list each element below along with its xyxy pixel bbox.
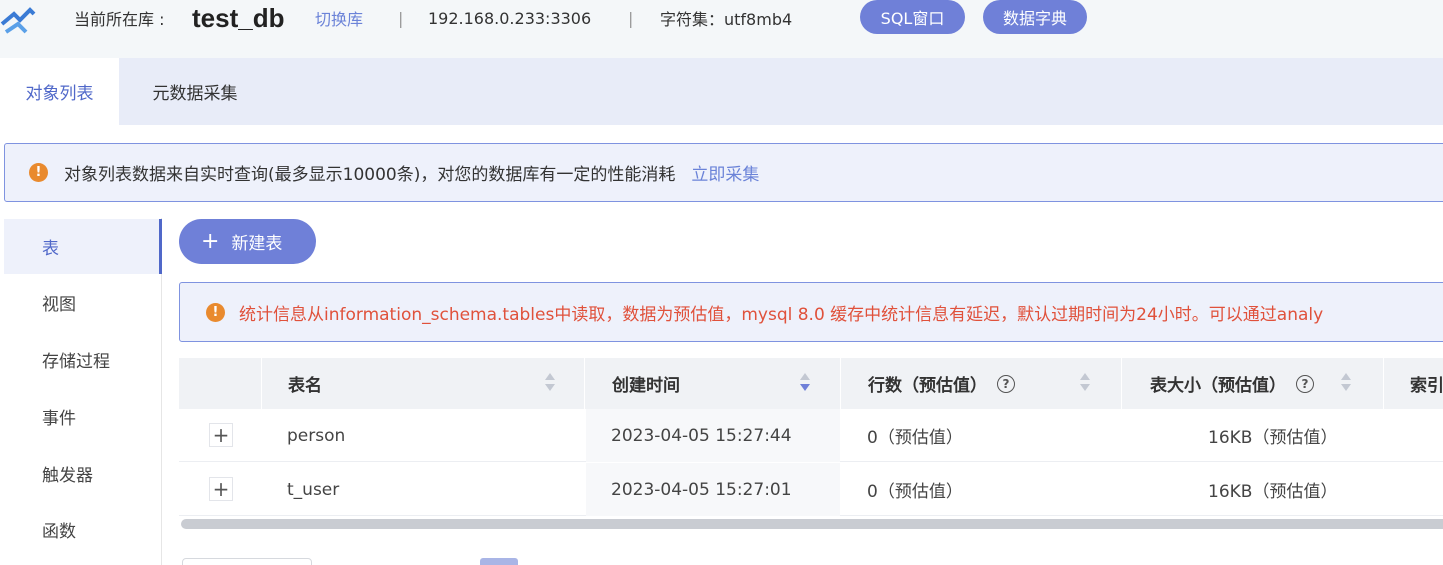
tab-bar: 对象列表 元数据采集 [0,58,1443,125]
expand-column-header [179,358,261,409]
warning-icon: ! [206,302,225,322]
cell-created-time: 2023-04-05 15:27:44 [586,409,840,462]
table-header-row: 表名 创建时间 行数（预估值） ? 表大小（预估值） ? 索引 [179,358,1443,409]
new-table-button[interactable]: + 新建表 [179,219,316,264]
object-type-nav: 表 视图 存储过程 事件 触发器 函数 [0,218,162,565]
warning-icon: ! [29,163,48,182]
column-header-size[interactable]: 表大小（预估值） ? [1121,358,1383,409]
column-header-label: 索引 [1410,376,1443,396]
help-icon[interactable]: ? [997,374,1015,393]
new-table-label: 新建表 [231,234,283,254]
sql-window-button[interactable]: SQL窗口 [860,0,965,34]
cell-created-time: 2023-04-05 15:27:01 [586,463,840,516]
db-name: test_db [192,2,285,33]
alert-text: 对象列表数据来自实时查询(最多显示10000条)，对您的数据库有一定的性能消耗 [64,165,676,185]
column-header-index[interactable]: 索引 [1383,358,1443,409]
cell-table-name[interactable]: person [287,409,345,462]
realtime-query-alert: ! 对象列表数据来自实时查询(最多显示10000条)，对您的数据库有一定的性能消… [4,143,1443,202]
table-row: + t_user 2023-04-05 15:27:01 0（预估值） 16KB… [179,463,1443,516]
switch-db-link[interactable]: 切换库 [315,0,363,36]
column-header-label: 行数（预估值） [868,376,987,396]
horizontal-scrollbar[interactable] [181,519,1443,529]
sidebar-item-tables[interactable]: 表 [4,219,162,274]
tab-object-list[interactable]: 对象列表 [0,58,119,125]
tab-metadata-collection[interactable]: 元数据采集 [119,58,271,125]
sort-icon[interactable] [1079,372,1091,394]
host-address: 192.168.0.233:3306 [428,8,592,28]
help-icon[interactable]: ? [1296,374,1314,393]
separator: | [628,8,634,28]
cell-row-count: 0（预估值） [867,482,963,502]
table-row: + person 2023-04-05 15:27:44 0（预估值） 16KB… [179,409,1443,462]
column-header-label: 表名 [288,376,322,396]
sort-icon[interactable] [1340,372,1352,394]
top-header: 当前所在库 : test_db 切换库 | 192.168.0.233:3306… [0,0,1443,58]
sidebar-item-triggers[interactable]: 触发器 [4,446,162,501]
current-db-label: 当前所在库 : [74,10,165,29]
column-header-name[interactable]: 表名 [261,358,584,409]
plus-icon: + [201,228,220,254]
cell-row-count: 0（预估值） [867,428,963,448]
expand-row-button[interactable]: + [209,477,233,501]
cell-table-size: 16KB（预估值） [1208,482,1338,502]
stats-warning: ! 统计信息从information_schema.tables中读取，数据为预… [179,282,1443,342]
sidebar-item-functions[interactable]: 函数 [4,502,162,557]
cell-table-size: 16KB（预估值） [1208,428,1338,448]
column-header-rows[interactable]: 行数（预估值） ? [840,358,1121,409]
column-header-label: 创建时间 [612,376,680,396]
collect-now-link[interactable]: 立即采集 [691,160,759,185]
separator: | [398,8,404,28]
sidebar-item-procedures[interactable]: 存储过程 [4,332,162,387]
sidebar-item-views[interactable]: 视图 [4,275,162,330]
charset-label: 字符集：utf8mb4 [660,10,793,29]
page-size-select[interactable] [182,558,312,565]
column-header-label: 表大小（预估值） [1150,376,1286,396]
data-dictionary-button[interactable]: 数据字典 [983,0,1087,34]
current-page-button[interactable] [480,558,518,565]
app-logo-icon [0,2,40,42]
sort-icon[interactable] [544,372,556,394]
sort-icon[interactable] [799,372,811,394]
cell-table-name[interactable]: t_user [287,463,339,516]
sidebar-item-events[interactable]: 事件 [4,389,162,444]
expand-row-button[interactable]: + [209,423,233,447]
stats-warning-text: 统计信息从information_schema.tables中读取，数据为预估值… [239,304,1324,325]
column-header-created[interactable]: 创建时间 [584,358,840,409]
